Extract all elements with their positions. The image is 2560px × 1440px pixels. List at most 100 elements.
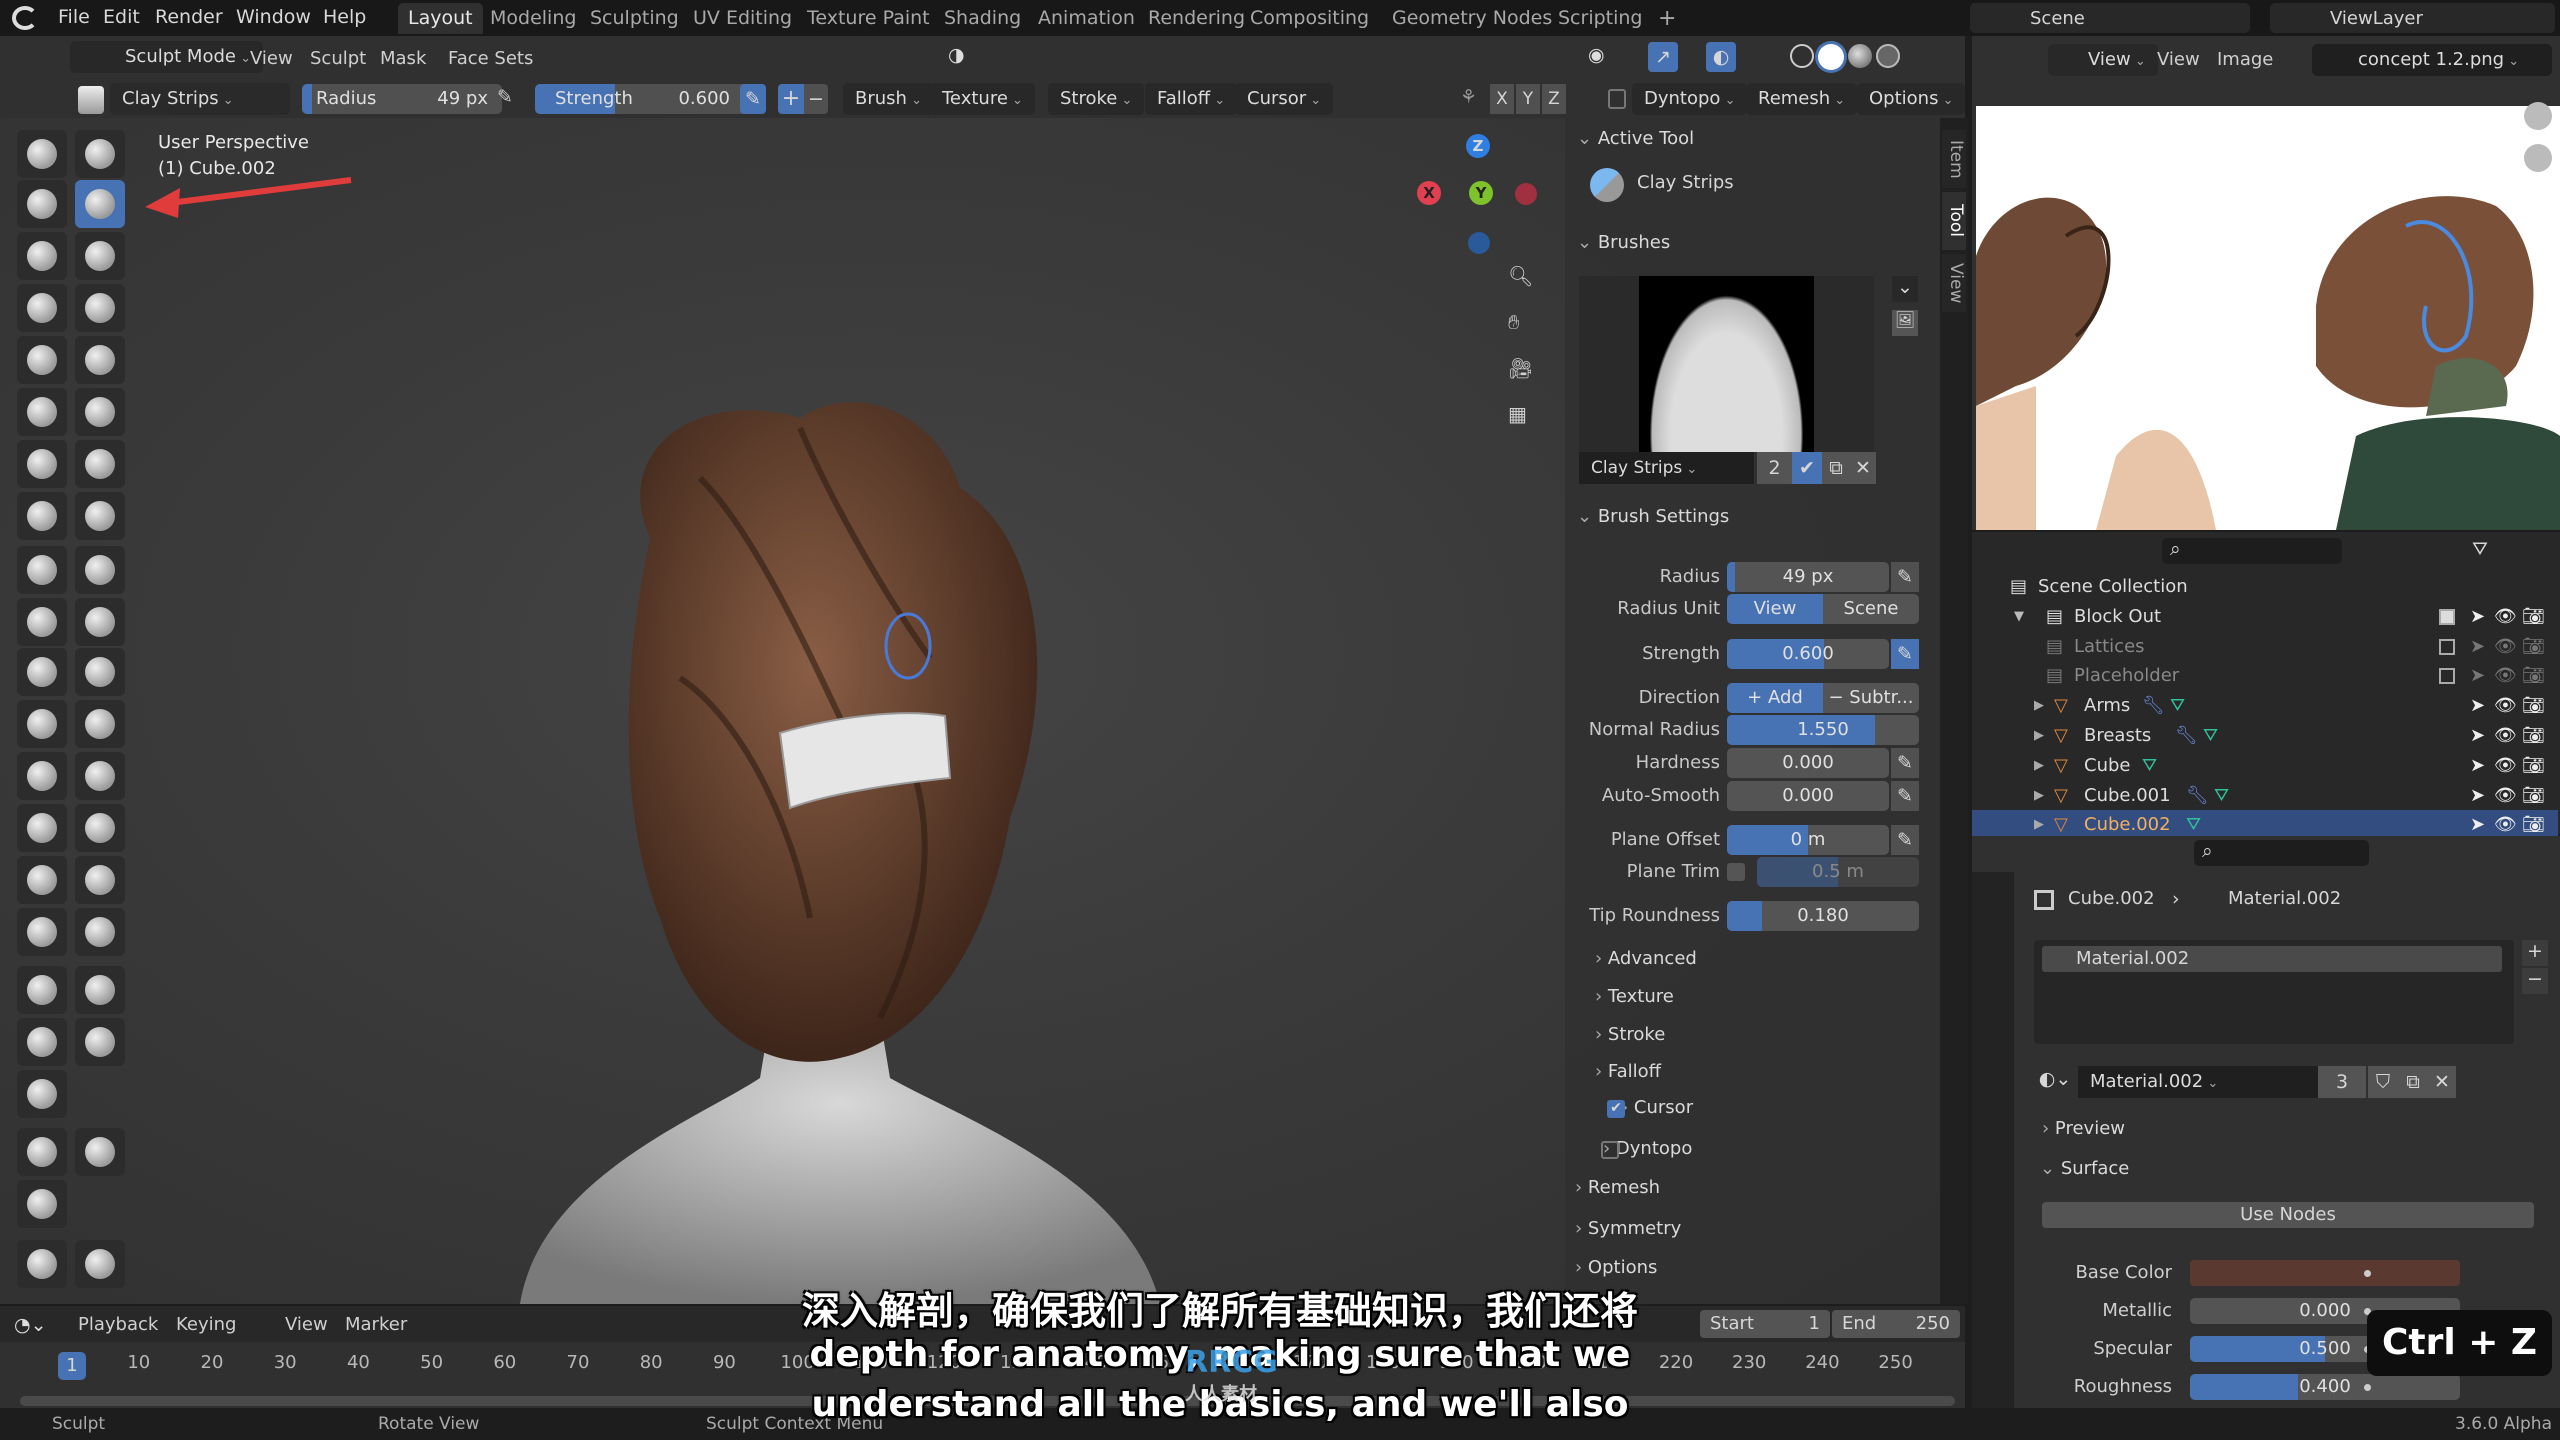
- direction-add-button[interactable]: +: [778, 84, 804, 114]
- brush-name-field[interactable]: Clay Strips: [110, 83, 290, 115]
- expand-arrow-icon[interactable]: ▶: [2034, 691, 2044, 721]
- image-menu-image[interactable]: Image: [2217, 49, 2273, 70]
- render-camera-icon[interactable]: 📷︎: [2522, 661, 2545, 691]
- expand-arrow-icon[interactable]: ▶: [2034, 751, 2044, 781]
- image-pan-icon[interactable]: [2524, 144, 2552, 172]
- view-layer-selector[interactable]: ViewLayer: [2270, 3, 2555, 33]
- brush-settings-header[interactable]: Brush Settings: [1577, 506, 1730, 527]
- strength-pressure-icon[interactable]: ✎: [1891, 639, 1919, 669]
- gizmo-toggle-icon[interactable]: ↗: [1648, 42, 1678, 72]
- duplicate-brush-icon[interactable]: ⧉: [1822, 452, 1850, 484]
- tool-box-mask[interactable]: [17, 966, 67, 1014]
- select-toggle-icon[interactable]: ➤: [2470, 661, 2485, 691]
- tool-paint[interactable]: [17, 908, 67, 956]
- sidebar-tab-item[interactable]: Item: [1942, 130, 1966, 188]
- direction-subtract-button[interactable]: −: [804, 84, 828, 114]
- section-options[interactable]: Options: [1575, 1257, 1657, 1278]
- tool-pose[interactable]: [75, 598, 125, 646]
- tool-boundary[interactable]: [75, 700, 125, 748]
- dyntopo-dropdown[interactable]: Dyntopo: [1632, 83, 1748, 115]
- tool-draw-sharp[interactable]: [75, 130, 125, 178]
- direction-option-0[interactable]: + Add: [1727, 683, 1823, 713]
- menu-window[interactable]: Window: [236, 6, 311, 28]
- tool-draw-face-sets[interactable]: [75, 804, 125, 852]
- tool-clay-strips[interactable]: [75, 180, 125, 228]
- image-zoom-icon[interactable]: [2524, 102, 2552, 130]
- workspace-tab-animation[interactable]: Animation: [1028, 3, 1145, 34]
- radius-unit-option-1[interactable]: Scene: [1823, 594, 1919, 624]
- viewport-menu-view[interactable]: View: [250, 48, 293, 69]
- render-camera-icon[interactable]: 📷︎: [2522, 751, 2545, 781]
- outliner-row-lattices[interactable]: ▤ Lattices ➤ 👁︎ 📷︎: [1972, 632, 2558, 662]
- select-toggle-icon[interactable]: ➤: [2470, 691, 2485, 721]
- visibility-eye-icon[interactable]: 👁︎: [2494, 602, 2517, 632]
- render-camera-icon[interactable]: 📷︎: [2522, 691, 2545, 721]
- auto-smooth-pressure-icon[interactable]: ✎: [1891, 781, 1919, 811]
- properties-search[interactable]: ⌕: [2194, 840, 2369, 866]
- add-workspace-button[interactable]: +: [1648, 3, 1686, 34]
- plane-trim-field[interactable]: 0.5 m: [1757, 857, 1919, 887]
- outliner-row-arms[interactable]: ▶ ▽ Arms 🔧︎ ⛛ ➤ 👁︎ 📷︎: [1972, 691, 2558, 721]
- tool-thumb[interactable]: [17, 598, 67, 646]
- sculpt-mode-dropdown[interactable]: Sculpt Mode: [70, 41, 264, 73]
- tool-clay[interactable]: [17, 180, 67, 228]
- tool-multires-smear[interactable]: [75, 856, 125, 904]
- visibility-eye-icon[interactable]: 👁︎: [2494, 751, 2517, 781]
- tool-box-hide[interactable]: [75, 966, 125, 1014]
- select-toggle-icon[interactable]: ➤: [2470, 632, 2485, 662]
- tool-rotate[interactable]: [75, 648, 125, 696]
- brush-name-field[interactable]: Clay Strips: [1579, 452, 1754, 484]
- tool-slide-relax[interactable]: [17, 700, 67, 748]
- render-camera-icon[interactable]: 📷︎: [2522, 721, 2545, 751]
- overlay-toggle-icon[interactable]: ◐: [1706, 42, 1736, 72]
- viewport-menu-face-sets[interactable]: Face Sets: [448, 48, 533, 69]
- strength-field[interactable]: 0.600: [1727, 639, 1889, 669]
- sidebar-tab-view[interactable]: View: [1942, 254, 1966, 312]
- use-nodes-button[interactable]: Use Nodes: [2042, 1202, 2534, 1228]
- symmetry-y-toggle[interactable]: Y: [1516, 84, 1540, 114]
- plane-offset-pressure-icon[interactable]: ✎: [1891, 825, 1919, 855]
- remove-slot-button[interactable]: −: [2522, 968, 2548, 994]
- radius-pressure-icon[interactable]: ✎: [497, 86, 513, 108]
- base-color-keyframe-dot[interactable]: [2364, 1270, 2371, 1277]
- gizmo-x-axis[interactable]: X: [1417, 181, 1441, 205]
- tool-grab[interactable]: [75, 492, 125, 540]
- subsection-stroke[interactable]: Stroke: [1595, 1024, 1665, 1045]
- blender-logo-icon[interactable]: [12, 6, 38, 30]
- tool-layer[interactable]: [75, 232, 125, 280]
- hardness-pressure-icon[interactable]: ✎: [1891, 748, 1919, 778]
- tool-cloth-filter[interactable]: [75, 1128, 125, 1176]
- hardness-field[interactable]: 0.000: [1727, 748, 1889, 778]
- select-toggle-icon[interactable]: ➤: [2470, 721, 2485, 751]
- visibility-eye-icon[interactable]: 👁︎: [2494, 632, 2517, 662]
- tool-mesh-filter[interactable]: [17, 1128, 67, 1176]
- image-name-field[interactable]: concept 1.2.png: [2312, 44, 2552, 76]
- image-view-dropdown[interactable]: View: [2048, 44, 2158, 76]
- tool-line-project[interactable]: [17, 1070, 67, 1118]
- preview-panel-header[interactable]: Preview: [2042, 1118, 2125, 1139]
- unlink-brush-icon[interactable]: ✕: [1850, 452, 1876, 484]
- menu-edit[interactable]: Edit: [103, 6, 140, 28]
- workspace-tab-texture-paint[interactable]: Texture Paint: [797, 3, 940, 34]
- symmetry-x-toggle[interactable]: X: [1490, 84, 1514, 114]
- tool-pinch[interactable]: [17, 492, 67, 540]
- gizmo-y-axis[interactable]: Y: [1469, 181, 1493, 205]
- options-dropdown[interactable]: Options: [1857, 83, 1966, 115]
- surface-panel-header[interactable]: Surface: [2040, 1158, 2130, 1179]
- symmetry-z-toggle[interactable]: Z: [1542, 84, 1566, 114]
- radius-pressure-icon[interactable]: ✎: [1891, 562, 1919, 592]
- exclude-checkbox[interactable]: [2439, 668, 2455, 685]
- tool-clay-thumb[interactable]: [17, 232, 67, 280]
- radius-field[interactable]: 49 px: [1727, 562, 1889, 592]
- wireframe-shading-icon[interactable]: [1790, 44, 1814, 68]
- collapse-arrow-icon[interactable]: ▼: [2014, 602, 2024, 632]
- menu-render[interactable]: Render: [155, 6, 223, 28]
- remesh-dropdown[interactable]: Remesh: [1746, 83, 1858, 115]
- section-symmetry[interactable]: Symmetry: [1575, 1218, 1681, 1239]
- tool-multiplane-scrape[interactable]: [75, 440, 125, 488]
- image-menu-view[interactable]: View: [2157, 49, 2200, 70]
- render-camera-icon[interactable]: 📷︎: [2522, 632, 2545, 662]
- tool-color-filter[interactable]: [17, 1180, 67, 1228]
- strength-pressure-icon[interactable]: ✎: [740, 84, 766, 114]
- workspace-tab-layout[interactable]: Layout: [398, 3, 483, 34]
